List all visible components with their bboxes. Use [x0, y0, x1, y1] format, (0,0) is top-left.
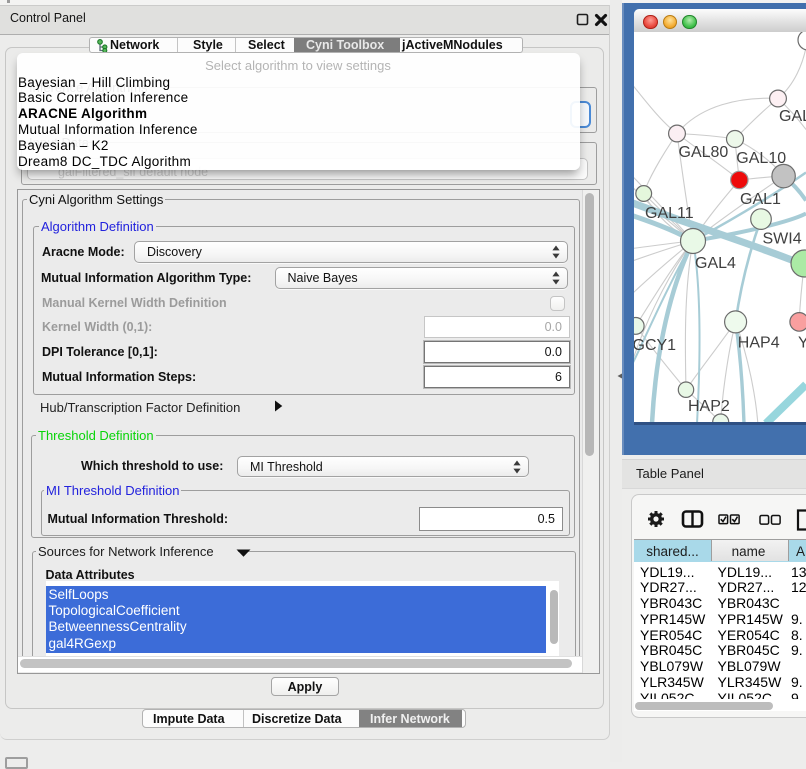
svg-text:Y: Y [798, 334, 806, 351]
svg-text:GAL11: GAL11 [645, 205, 694, 222]
svg-text:HAP4: HAP4 [738, 334, 780, 351]
svg-text:GAL4: GAL4 [695, 255, 736, 272]
svg-text:SWI4: SWI4 [763, 230, 802, 247]
svg-text:HAP2: HAP2 [688, 398, 730, 415]
svg-text:GAL1: GAL1 [740, 191, 781, 208]
svg-text:GAL10: GAL10 [736, 150, 786, 167]
svg-text:GCY1: GCY1 [634, 337, 676, 354]
svg-text:GAL80: GAL80 [679, 144, 729, 161]
svg-text:GAL7: GAL7 [779, 108, 806, 125]
